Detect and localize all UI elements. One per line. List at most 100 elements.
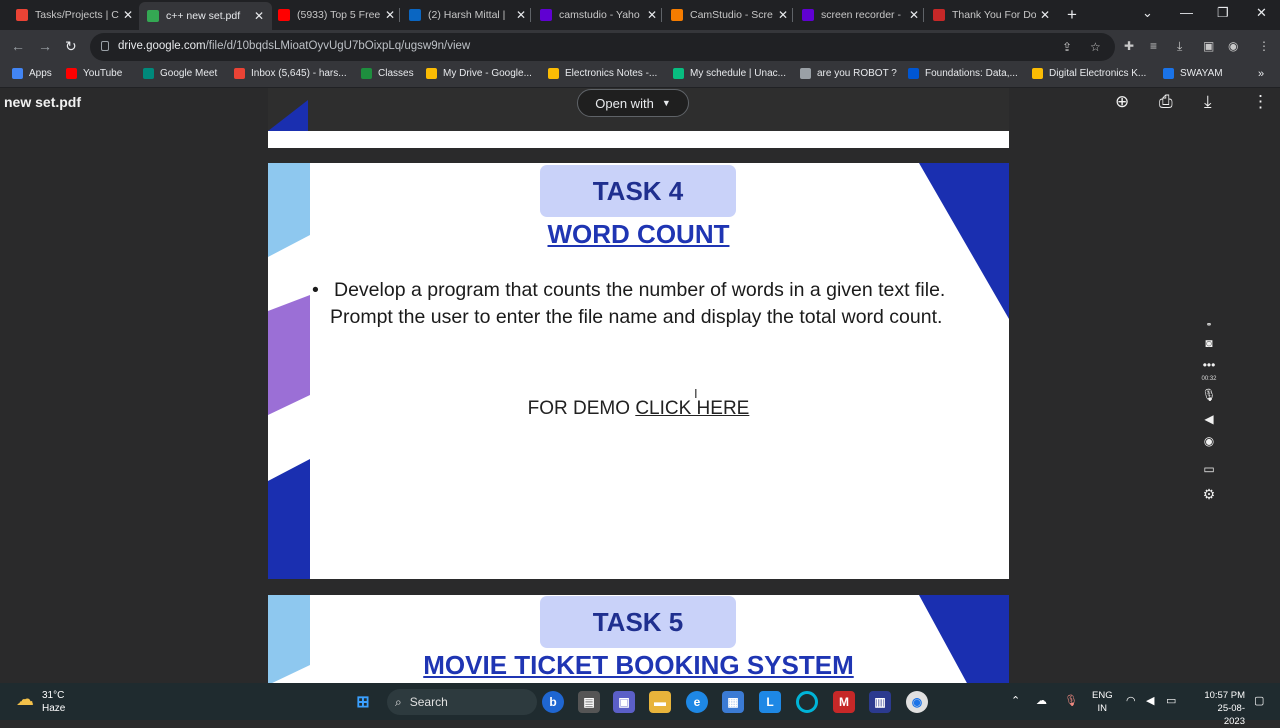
- notifications-icon[interactable]: ▢: [1254, 694, 1264, 707]
- windows-taskbar: ☁ 31°C Haze ⊞ ⌕ Search b ▤ ▣ ▬ e ▦ L M ▥…: [0, 683, 1280, 727]
- system-clock[interactable]: 10:57 PM 25-08-2023: [1199, 689, 1245, 728]
- bookmark-item[interactable]: are you ROBOT ?: [800, 68, 897, 79]
- browser-tab[interactable]: Tasks/Projects | C ✕: [8, 4, 141, 26]
- camera-icon[interactable]: ◙: [1198, 336, 1220, 350]
- bookmark-item[interactable]: My schedule | Unac...: [673, 68, 786, 79]
- bookmark-label: My Drive - Google...: [443, 68, 532, 79]
- webcam-icon[interactable]: ◉: [1198, 434, 1220, 448]
- close-window-icon[interactable]: ✕: [1256, 5, 1267, 21]
- chrome-icon[interactable]: ◉: [906, 691, 928, 713]
- store-icon[interactable]: ▦: [722, 691, 744, 713]
- cortana-icon[interactable]: [796, 691, 818, 713]
- close-tab-icon[interactable]: ✕: [516, 8, 526, 22]
- settings-gear-icon[interactable]: ⚙: [1198, 486, 1220, 503]
- open-with-button[interactable]: Open with ▼: [577, 89, 689, 117]
- browser-tab[interactable]: (2) Harsh Mittal | ✕: [401, 4, 534, 26]
- browser-tab[interactable]: CamStudio - Scre ✕: [663, 4, 796, 26]
- close-tab-icon[interactable]: ✕: [123, 8, 133, 22]
- bookmark-label: Digital Electronics K...: [1049, 68, 1147, 79]
- wifi-icon[interactable]: ◠: [1126, 694, 1136, 707]
- close-tab-icon[interactable]: ✕: [385, 8, 395, 22]
- language-indicator[interactable]: ENG IN: [1092, 689, 1113, 715]
- reload-icon[interactable]: ↻: [65, 38, 77, 55]
- browser-tab[interactable]: camstudio - Yaho ✕: [532, 4, 665, 26]
- browser-tab[interactable]: (5933) Top 5 Free ✕: [270, 4, 403, 26]
- weather-haze-icon[interactable]: ☁: [16, 689, 34, 710]
- close-tab-icon[interactable]: ✕: [254, 9, 264, 23]
- weather-widget[interactable]: 31°C Haze: [42, 689, 65, 715]
- bookmark-label: Foundations: Data,...: [925, 68, 1018, 79]
- download-icon[interactable]: ⤓: [1204, 92, 1212, 112]
- reading-list-icon[interactable]: ≡: [1150, 39, 1157, 53]
- bookmark-item[interactable]: Electronics Notes -...: [548, 68, 657, 79]
- minimize-icon[interactable]: —: [1180, 5, 1193, 20]
- bookmark-item[interactable]: Foundations: Data,...: [908, 68, 1018, 79]
- share-icon[interactable]: ⇪: [1062, 40, 1072, 54]
- close-tab-icon[interactable]: ✕: [778, 8, 788, 22]
- close-tab-icon[interactable]: ✕: [1040, 8, 1050, 22]
- bookmark-star-icon[interactable]: ☆: [1090, 40, 1101, 54]
- side-panel-icon[interactable]: ▣: [1203, 39, 1214, 53]
- microphone-icon[interactable]: 🎙︎: [1198, 388, 1220, 402]
- more-bookmarks-icon[interactable]: »: [1258, 68, 1264, 80]
- taskbar-search[interactable]: ⌕ Search: [387, 689, 537, 715]
- mcafee-icon[interactable]: M: [833, 691, 855, 713]
- volume-icon[interactable]: ◀︎: [1146, 694, 1154, 707]
- classes-icon: [361, 68, 372, 79]
- task-description-text: Develop a program that counts the number…: [330, 279, 946, 328]
- back-icon[interactable]: ←: [11, 38, 25, 54]
- forward-icon[interactable]: →: [38, 38, 52, 54]
- task-view-icon[interactable]: ▤: [578, 691, 600, 713]
- camstudio-icon: [671, 9, 683, 21]
- bing-icon[interactable]: b: [542, 691, 564, 713]
- show-hidden-icons[interactable]: ⌃: [1011, 694, 1020, 707]
- downloads-icon[interactable]: ⤓: [1177, 39, 1182, 54]
- bookmark-item[interactable]: SWAYAM: [1163, 68, 1223, 79]
- region-code: IN: [1097, 703, 1108, 714]
- text-cursor-icon: I: [694, 386, 698, 401]
- battery-icon[interactable]: ▭: [1166, 694, 1176, 707]
- add-to-drive-icon[interactable]: ⊕: [1115, 92, 1129, 112]
- task-title: MOVIE TICKET BOOKING SYSTEM: [423, 650, 854, 680]
- bookmark-item[interactable]: Digital Electronics K...: [1032, 68, 1146, 79]
- browser-tab[interactable]: c++ new set.pdf ✕: [139, 2, 272, 30]
- close-tab-icon[interactable]: ✕: [909, 8, 919, 22]
- edge-icon[interactable]: e: [686, 691, 708, 713]
- profile-avatar[interactable]: ◉: [1228, 39, 1238, 53]
- menu-kebab-icon[interactable]: ⋮: [1258, 39, 1270, 53]
- more-actions-icon[interactable]: ⋮: [1252, 92, 1269, 112]
- bookmark-item[interactable]: Classes: [361, 68, 414, 79]
- browser-tab[interactable]: Thank You For Do ✕: [925, 4, 1058, 26]
- screens-icon[interactable]: ▭: [1198, 462, 1220, 476]
- yahoo-icon: [802, 9, 814, 21]
- address-bar[interactable]: drive.google.com/file/d/10bqdsLMioatOyvU…: [90, 33, 1115, 61]
- file-explorer-icon[interactable]: ▬: [649, 691, 671, 713]
- print-icon[interactable]: ⎙: [1159, 92, 1173, 112]
- demo-link[interactable]: CLICK HERE: [635, 398, 749, 419]
- new-tab-button[interactable]: +: [1067, 5, 1077, 25]
- tab-search-icon[interactable]: ⌄: [1142, 5, 1153, 21]
- yahoo-icon: [540, 9, 552, 21]
- close-tab-icon[interactable]: ✕: [647, 8, 657, 22]
- bookmark-label: Inbox (5,645) - hars...: [251, 68, 347, 79]
- bookmark-item[interactable]: Apps: [12, 68, 52, 79]
- speaker-icon[interactable]: ◀︎: [1198, 412, 1220, 426]
- windows-start-icon[interactable]: ⊞: [352, 691, 374, 713]
- demo-line: FOR DEMO CLICK HERE: [268, 398, 1009, 420]
- link-icon[interactable]: ⚭: [1198, 320, 1220, 329]
- extensions-icon[interactable]: ✚: [1124, 39, 1134, 53]
- bookmark-item[interactable]: YouTube: [66, 68, 122, 79]
- calculator-icon[interactable]: ▥: [869, 691, 891, 713]
- maximize-icon[interactable]: ❐: [1217, 5, 1229, 21]
- teams-icon[interactable]: ▣: [613, 691, 635, 713]
- network-status-icon[interactable]: ☁: [1036, 694, 1047, 707]
- app-l-icon[interactable]: L: [759, 691, 781, 713]
- bookmark-item[interactable]: Inbox (5,645) - hars...: [234, 68, 347, 79]
- browser-tab[interactable]: screen recorder - ✕: [794, 4, 927, 26]
- microphone-tray-icon[interactable]: 🎙︎: [1064, 694, 1078, 707]
- bookmark-item[interactable]: My Drive - Google...: [426, 68, 532, 79]
- more-dots-icon[interactable]: •••: [1198, 358, 1220, 372]
- unacademy-icon: [673, 68, 684, 79]
- bookmark-item[interactable]: Google Meet: [143, 68, 217, 79]
- browser-toolbar: ← → ↻ drive.google.com/file/d/10bqdsLMio…: [0, 30, 1280, 64]
